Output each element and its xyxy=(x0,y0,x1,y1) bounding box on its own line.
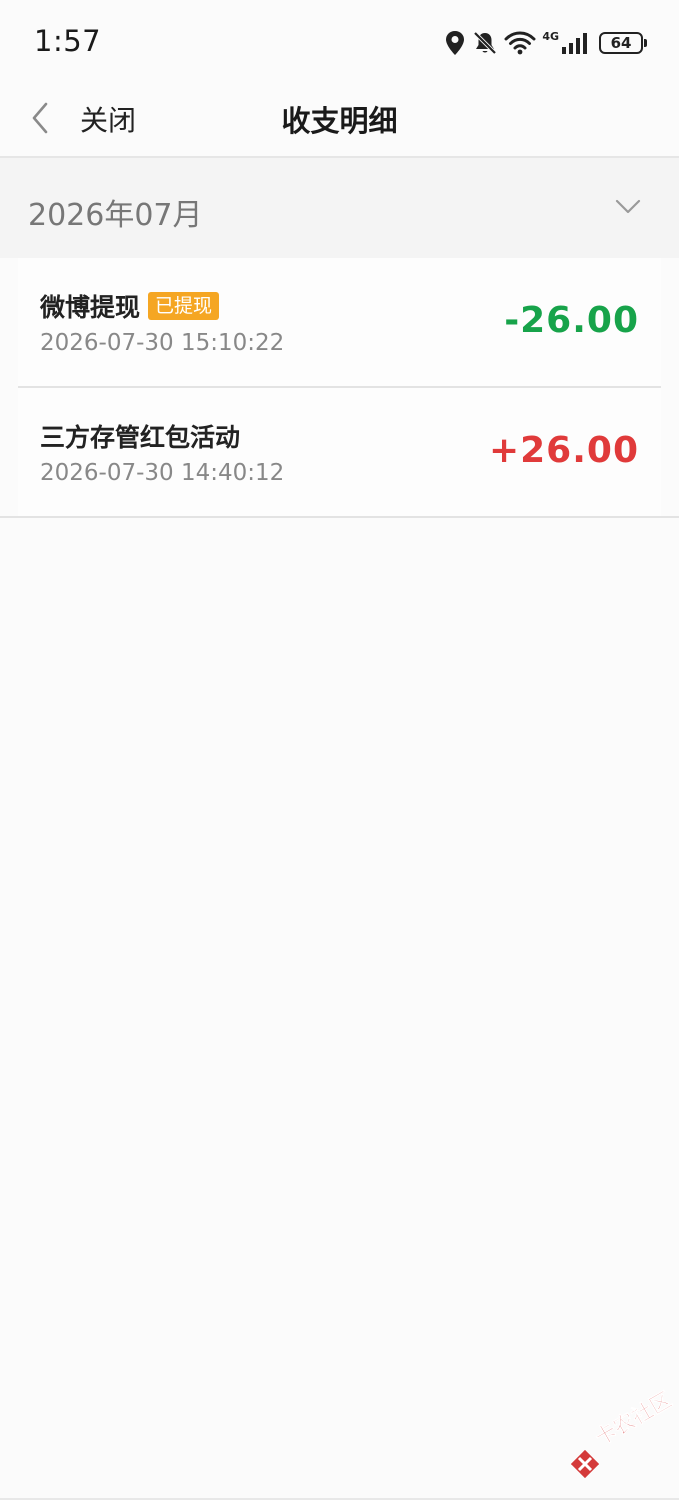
month-selector[interactable]: 2026年07月 xyxy=(0,158,679,258)
transaction-title: 微博提现 xyxy=(40,293,141,322)
list-divider xyxy=(0,516,679,518)
transaction-amount: -26.00 xyxy=(504,300,639,341)
bell-muted-icon xyxy=(473,31,497,55)
chevron-down-icon xyxy=(615,199,641,214)
transaction-row[interactable]: 三方存管红包活动 2026-07-30 14:40:12 +26.00 xyxy=(18,386,661,516)
watermark: 卡农社区 xyxy=(571,1387,676,1478)
close-button[interactable]: 关闭 xyxy=(80,99,136,139)
back-icon[interactable] xyxy=(26,98,56,138)
watermark-text: 卡农社区 xyxy=(591,1387,676,1451)
transaction-list: 微博提现 已提现 2026-07-30 15:10:22 -26.00 三方存管… xyxy=(0,258,679,518)
transaction-title-row: 三方存管红包活动 xyxy=(40,418,240,454)
location-icon xyxy=(446,31,465,55)
nav-bar: 关闭 收支明细 xyxy=(0,80,679,158)
month-label: 2026年07月 xyxy=(28,198,203,233)
transaction-amount: +26.00 xyxy=(488,430,639,471)
battery-icon: 64 xyxy=(599,32,647,54)
transaction-time: 2026-07-30 15:10:22 xyxy=(40,330,285,356)
transaction-row[interactable]: 微博提现 已提现 2026-07-30 15:10:22 -26.00 xyxy=(18,258,661,386)
battery-level: 64 xyxy=(610,34,632,52)
transaction-title: 三方存管红包活动 xyxy=(40,423,241,452)
status-bar: 1:57 4G 64 xyxy=(0,0,679,80)
status-icons: 4G 64 xyxy=(444,26,647,60)
transaction-time: 2026-07-30 14:40:12 xyxy=(40,460,285,486)
status-time: 1:57 xyxy=(34,24,102,58)
wifi-icon xyxy=(504,31,536,55)
network-type-label: 4G xyxy=(542,29,559,43)
status-badge: 已提现 xyxy=(148,292,220,320)
transaction-title-row: 微博提现 已提现 xyxy=(40,288,220,324)
watermark-logo-icon xyxy=(571,1450,599,1478)
signal-icon xyxy=(562,33,587,54)
